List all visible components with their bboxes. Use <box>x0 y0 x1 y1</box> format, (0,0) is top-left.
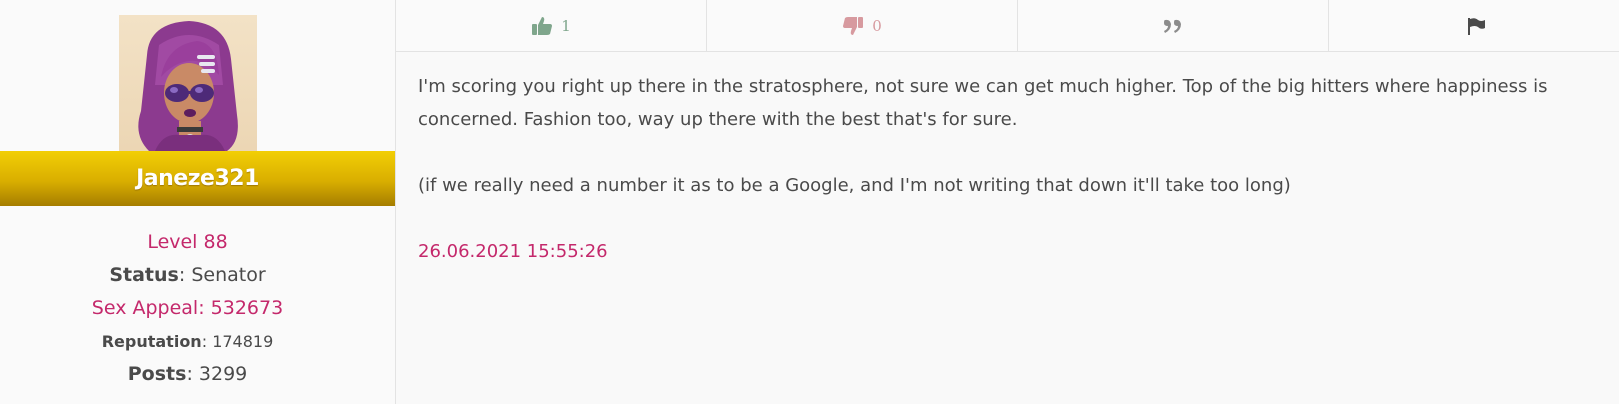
username[interactable]: Janeze321 <box>136 166 259 191</box>
reputation-value: 174819 <box>212 332 274 351</box>
upvote-count: 1 <box>561 16 571 35</box>
user-level: Level 88 <box>0 231 375 253</box>
sex-appeal-value: 532673 <box>210 297 284 319</box>
thumbs-up-icon <box>532 16 553 35</box>
reputation-colon: : <box>201 332 208 351</box>
status-label: Status <box>109 264 179 286</box>
post-paragraph-1: I'm scoring you right up there in the st… <box>418 76 1548 130</box>
sex-appeal-label: Sex Appeal <box>91 297 199 319</box>
post-content: I'm scoring you right up there in the st… <box>418 70 1598 268</box>
post-timestamp[interactable]: 26.06.2021 15:55:26 <box>418 235 1598 268</box>
sex-appeal-colon: : <box>198 297 205 319</box>
user-sidebar: Janeze321 Level 88 Status: Senator Sex A… <box>0 0 396 404</box>
status-colon: : <box>178 264 186 286</box>
user-reputation: Reputation: 174819 <box>0 332 375 351</box>
status-value: Senator <box>191 264 266 286</box>
upvote-button[interactable]: 1 <box>396 0 707 51</box>
user-posts: Posts: 3299 <box>0 363 375 385</box>
post-paragraph-2: (if we really need a number it as to be … <box>418 175 1291 196</box>
thumbs-down-icon <box>843 16 864 35</box>
posts-value: 3299 <box>198 363 248 385</box>
level-text: Level 88 <box>147 231 228 253</box>
user-sex-appeal: Sex Appeal: 532673 <box>0 297 375 319</box>
user-status: Status: Senator <box>0 264 375 286</box>
quote-icon <box>1164 19 1181 33</box>
post-toolbar: 1 0 <box>396 0 1619 52</box>
report-button[interactable] <box>1329 0 1619 51</box>
posts-colon: : <box>186 363 193 385</box>
avatar-image <box>138 21 238 151</box>
quote-button[interactable] <box>1018 0 1329 51</box>
username-bar: Janeze321 <box>0 151 395 206</box>
reputation-label: Reputation <box>101 332 202 351</box>
downvote-count: 0 <box>872 16 882 35</box>
avatar[interactable] <box>119 15 257 151</box>
downvote-button[interactable]: 0 <box>707 0 1018 51</box>
flag-icon <box>1467 17 1485 35</box>
posts-label: Posts <box>127 363 187 385</box>
